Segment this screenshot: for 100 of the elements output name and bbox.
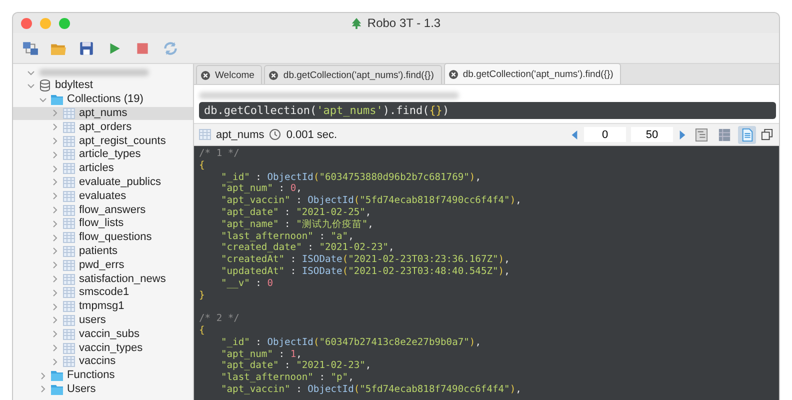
folder-icon (51, 369, 63, 382)
table-icon (63, 272, 75, 286)
tree-label[interactable]: vaccins (79, 355, 116, 368)
chevron-icon[interactable] (27, 82, 35, 90)
minimize-button[interactable] (40, 18, 51, 28)
tree-item-highlight[interactable]: apt_nums (13, 106, 193, 120)
tree-label[interactable]: satisfaction_news (79, 272, 166, 286)
code-line: "apt_date" : "2021-02-23", (220, 360, 372, 372)
tree-label[interactable]: vaccin_types (79, 342, 143, 355)
tree-item-highlight[interactable]: evaluate_publics (13, 176, 193, 190)
tab[interactable]: Welcome (196, 65, 262, 84)
folder-icon (51, 93, 63, 106)
refresh-icon[interactable] (162, 40, 178, 56)
next-page-icon[interactable] (678, 128, 687, 140)
previous-page-icon[interactable] (570, 128, 579, 140)
tree-item-highlight[interactable]: patients (13, 244, 193, 258)
tree-item-highlight[interactable]: article_types (13, 148, 193, 162)
tree-item-highlight[interactable]: pwd_errs (13, 258, 193, 272)
tree-label[interactable]: apt_regist_counts (79, 134, 166, 148)
code-line: "createdAt" : ISODate("2021-02-23T03:23:36.167Z"), (220, 254, 511, 266)
tree-label[interactable]: flow_questions (79, 231, 152, 244)
code-line: "apt_date" : "2021-02-25", (220, 206, 372, 219)
tree-label[interactable]: tmpmsg1 (79, 300, 124, 314)
zoom-button[interactable] (59, 18, 70, 28)
tree-item-highlight[interactable]: articles (13, 162, 193, 176)
tree-label[interactable]: apt_nums (79, 106, 128, 120)
folder-icon (51, 382, 63, 396)
document-icon (740, 128, 754, 142)
database-icon (39, 79, 51, 92)
tree-icon (351, 18, 362, 28)
tree-label[interactable]: vaccin_subs (79, 328, 140, 341)
view-toggle-button[interactable] (738, 126, 756, 144)
tree-item-highlight[interactable]: vaccins (13, 354, 193, 369)
table-icon (63, 314, 75, 327)
code-line: "updatedAt" : ISODate("2021-02-23T03:48:40.545Z"), (220, 266, 511, 278)
table-icon (63, 176, 75, 189)
tree-label[interactable]: Collections (19) (67, 93, 144, 106)
chevron-icon[interactable] (39, 372, 47, 380)
code-line: "apt_vaccin" : ObjectId("5fd74ecab818f7490cc6f4f4"), (220, 384, 522, 396)
tree-item-highlight[interactable]: vaccin_subs (13, 327, 193, 342)
table-icon (63, 120, 75, 134)
tree-label[interactable]: evaluate_publics (79, 176, 161, 189)
tree-label[interactable]: smscode1 (79, 286, 130, 300)
clock-icon (269, 128, 282, 141)
code-line: "__v" : 0 (220, 278, 274, 290)
tab[interactable]: db.getCollection('apt_nums').find({}) (444, 63, 622, 84)
tree-item-highlight[interactable]: apt_regist_counts (13, 134, 193, 148)
close-button[interactable] (21, 18, 32, 28)
tree-item-highlight[interactable]: satisfaction_news (13, 272, 193, 286)
save-icon[interactable] (78, 40, 94, 56)
code-line: "_id" : ObjectId("60347b27413c8e2e27b9b0a7"), (220, 336, 482, 349)
code-line: "apt_num" : 0, (220, 183, 303, 196)
tree-label[interactable]: flow_lists (79, 217, 124, 230)
tree-label[interactable]: Functions (67, 369, 115, 382)
network-icon[interactable] (22, 40, 38, 56)
tree-item-highlight[interactable]: flow_answers (13, 203, 193, 217)
query-text: db.getCollection('apt_nums').find({}) (204, 104, 450, 117)
tree-view-icon (694, 128, 708, 142)
table-icon (63, 231, 75, 244)
collection-name: apt_nums (216, 128, 264, 140)
tree-item-highlight[interactable]: smscode1 (13, 286, 193, 300)
tree-item-highlight[interactable]: evaluates (13, 189, 193, 204)
chevron-icon[interactable] (39, 385, 47, 394)
code-line: "apt_name" : "测试九价疫苗", (220, 218, 374, 231)
query-time: 0.001 sec. (286, 128, 338, 140)
tree-item-highlight[interactable]: vaccin_types (13, 341, 193, 355)
code-line: "last_afternoon" : "p", (220, 372, 355, 384)
code-line: } (199, 290, 206, 302)
tree-label[interactable]: Users (67, 382, 96, 396)
code-line: "last_afternoon" : "a", (220, 230, 355, 242)
table-icon (199, 128, 211, 141)
tree-label[interactable]: pwd_errs (79, 258, 124, 272)
table-icon (63, 300, 75, 314)
table-icon (63, 217, 75, 230)
table-icon (63, 258, 75, 272)
close-icon (448, 70, 458, 78)
table-view-icon (718, 128, 730, 142)
tree-label[interactable]: patients (79, 244, 118, 258)
chevron-icon[interactable] (27, 68, 35, 76)
skip-field[interactable]: 0 (584, 127, 626, 142)
tree-label[interactable]: article_types (79, 148, 141, 162)
tree-item-highlight[interactable]: flow_questions (13, 230, 193, 245)
tree-label[interactable]: articles (79, 162, 114, 176)
tree-label[interactable]: bdyltest (55, 79, 93, 92)
close-icon (269, 70, 278, 80)
tree-label[interactable]: apt_orders (79, 120, 132, 134)
tree-item-highlight[interactable]: tmpmsg1 (13, 300, 193, 314)
table-icon (63, 162, 75, 176)
tree-label[interactable]: evaluates (79, 190, 126, 203)
tree-label[interactable]: flow_answers (79, 204, 146, 217)
chevron-icon[interactable] (39, 96, 47, 104)
window-title: Robo 3T - 1.3 (367, 16, 441, 30)
tree-item-highlight[interactable]: flow_lists (13, 216, 193, 231)
tree-label[interactable]: users (79, 314, 106, 327)
tab[interactable]: db.getCollection('apt_nums').find({}) (264, 65, 442, 84)
tree-item-highlight[interactable]: apt_orders (13, 120, 193, 134)
code-line: "apt_vaccin" : ObjectId("5fd74ecab818f7490cc6f4f4"), (220, 195, 522, 207)
limit-field[interactable]: 50 (631, 127, 673, 142)
query-editor[interactable]: db.getCollection('apt_nums').find({}) (199, 102, 776, 119)
tree-item-highlight[interactable]: users (13, 314, 193, 328)
